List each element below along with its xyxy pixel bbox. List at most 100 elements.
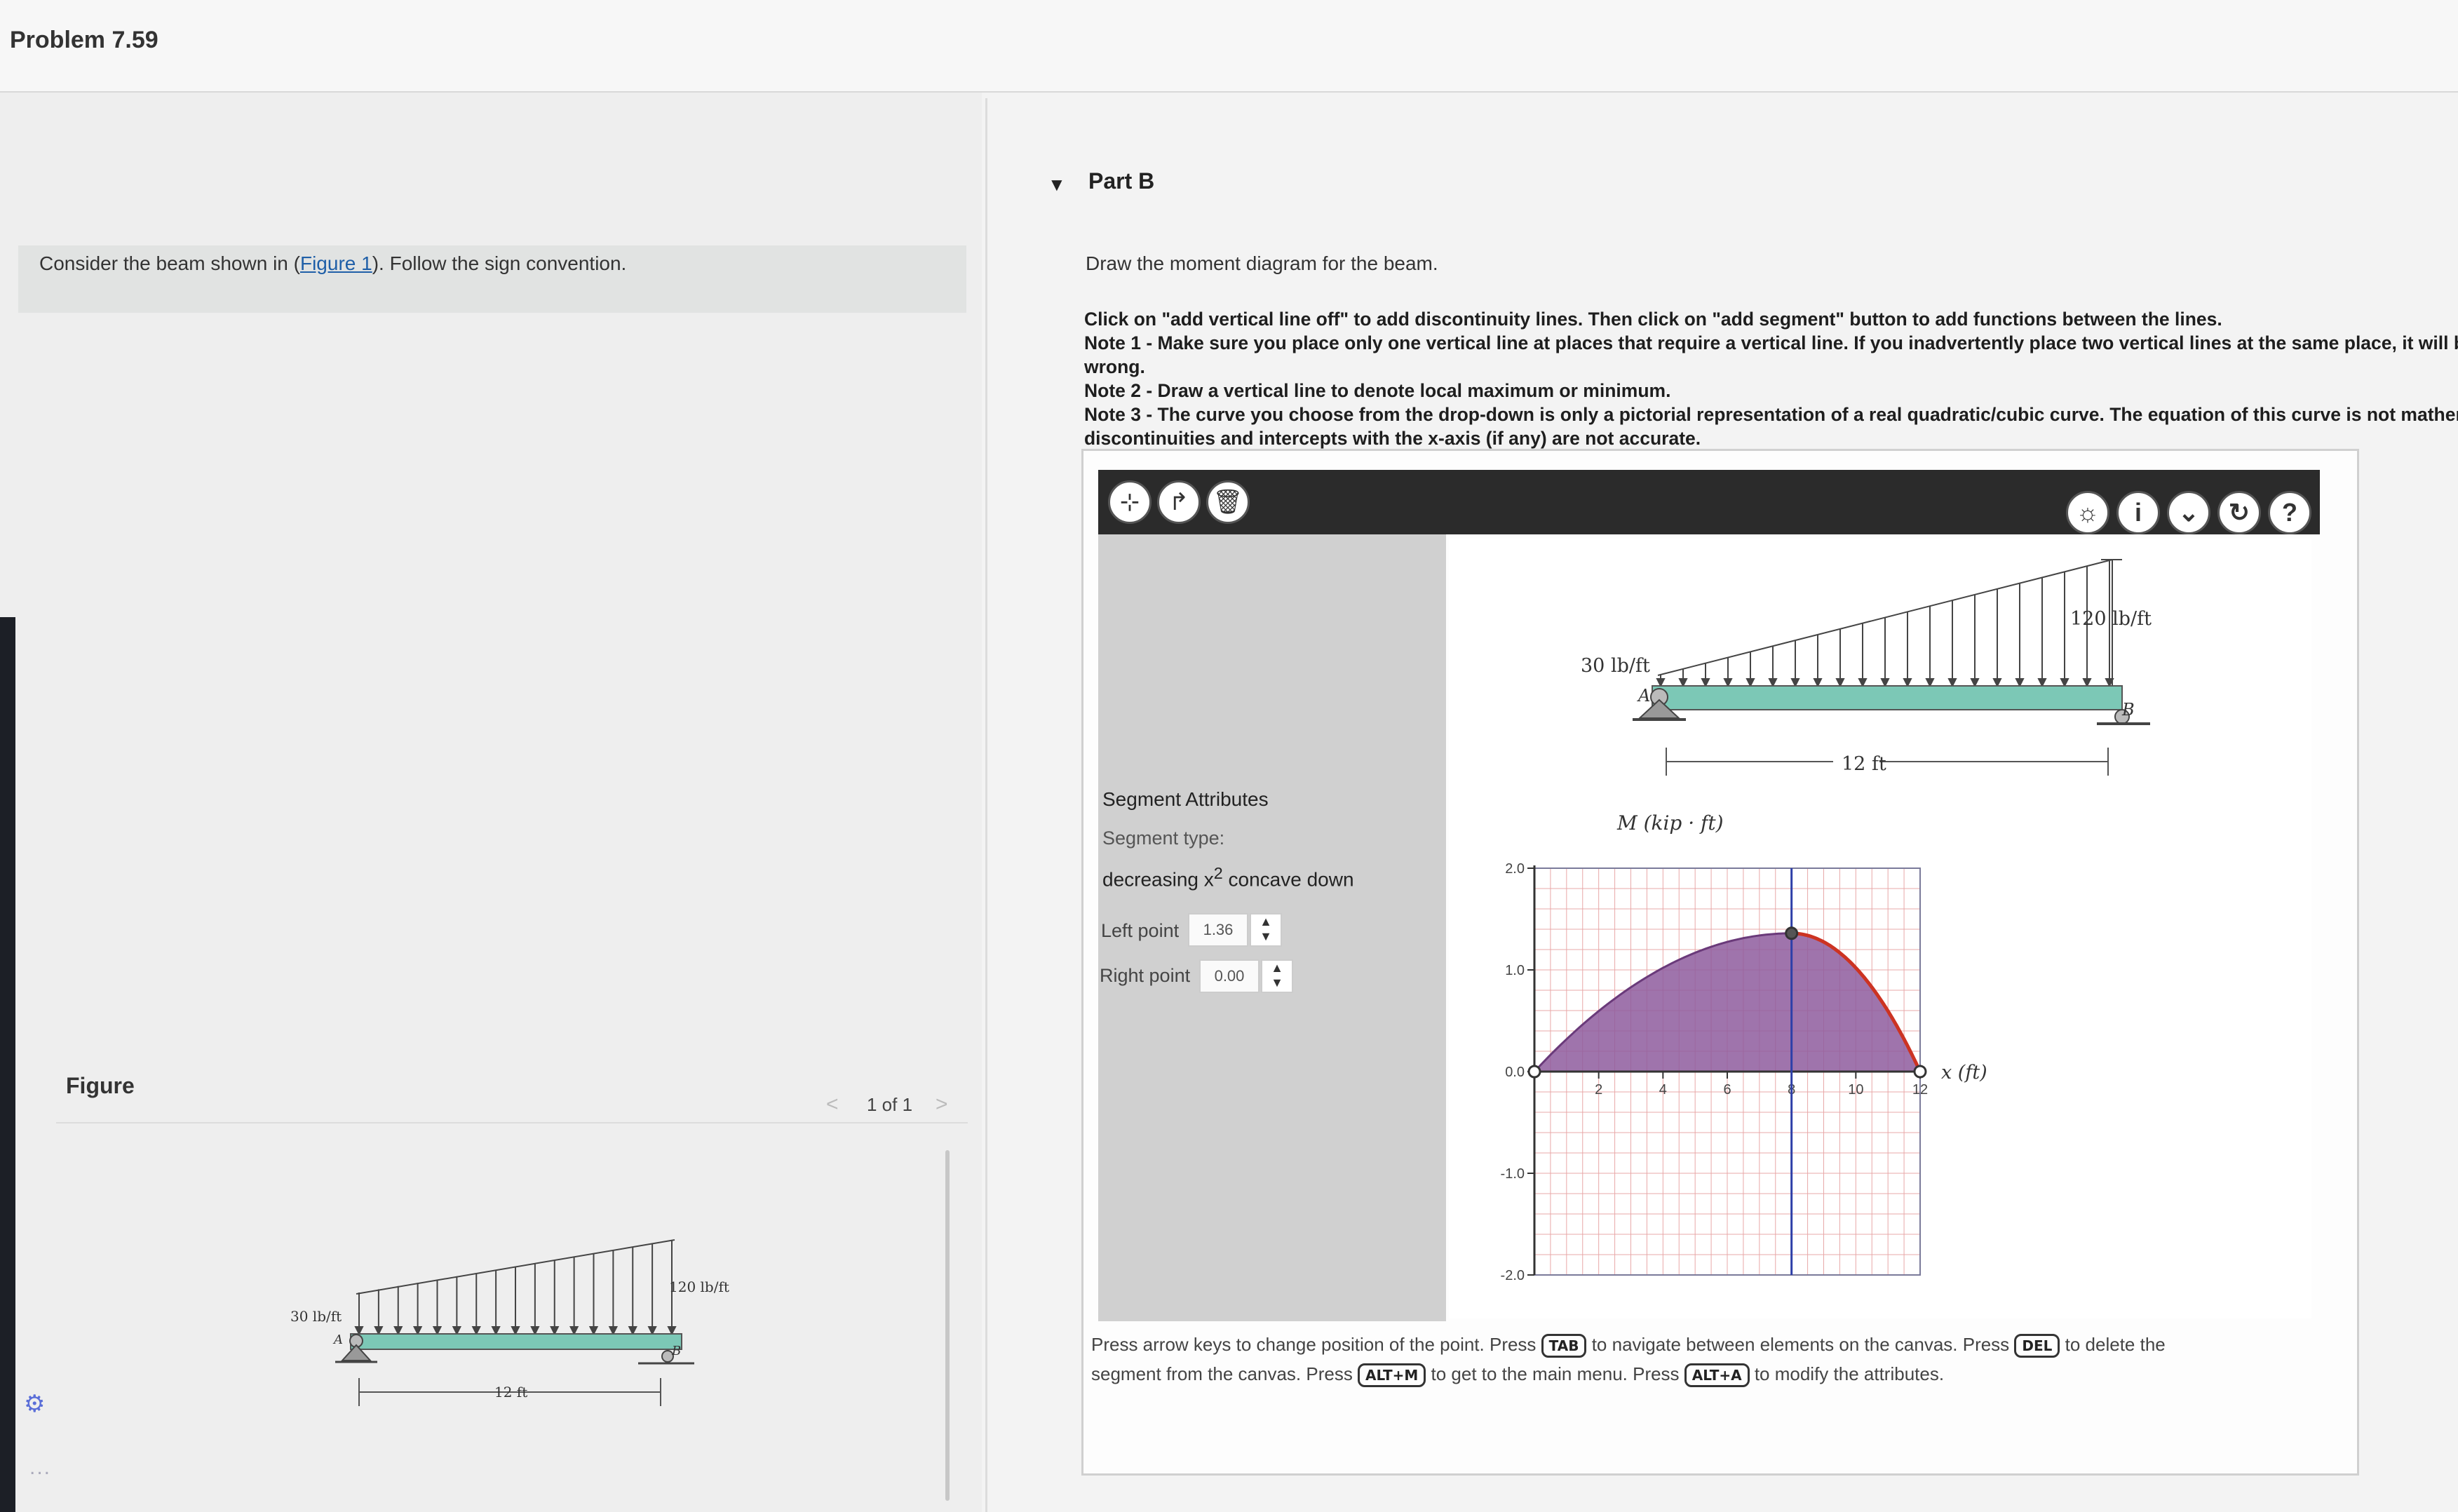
small-span-label: 12 ft xyxy=(494,1384,527,1400)
statement-text-post: ). Follow the sign convention. xyxy=(372,252,627,274)
add-segment-button[interactable]: ↱ xyxy=(1157,480,1201,524)
small-left-load-label: 30 lb/ft xyxy=(290,1308,342,1325)
instruction-line: discontinuities and intercepts with the … xyxy=(1084,428,1701,449)
hint-bulb-icon: ☼ xyxy=(2076,498,2100,527)
small-right-load-label: 120 lb/ft xyxy=(669,1278,729,1295)
load-arrowhead xyxy=(393,1326,403,1336)
hint-button[interactable]: ☼ xyxy=(2066,491,2109,534)
load-arrowhead xyxy=(511,1326,520,1336)
x-tick-label: 12 xyxy=(1912,1082,1928,1098)
load-arrowhead xyxy=(1835,678,1845,688)
figure-divider xyxy=(56,1122,968,1123)
next-figure-button[interactable]: > xyxy=(936,1093,948,1116)
chevron-down-icon: ⌄ xyxy=(2177,498,2200,527)
load-arrowhead xyxy=(1970,678,1980,688)
chart-axes: 2.01.00.0-1.0-2.024681012 xyxy=(1501,861,1929,1283)
alt-a-key: ALT+A xyxy=(1684,1363,1750,1387)
instruction-line: Note 3 - The curve you choose from the d… xyxy=(1084,404,2458,425)
reset-icon: ↻ xyxy=(2228,498,2250,527)
delete-button[interactable]: 🗑 xyxy=(1206,480,1250,524)
load-arrowhead xyxy=(471,1326,481,1336)
support-a-label: A xyxy=(1637,686,1650,706)
load-arrowhead xyxy=(2015,678,2025,688)
stepper-up-icon[interactable]: ▲ xyxy=(1262,961,1292,976)
instructions: Click on "add vertical line off" to add … xyxy=(1084,307,2458,450)
load-arrowhead xyxy=(1925,678,1935,688)
y-tick-label: 1.0 xyxy=(1505,963,1525,978)
load-arrowhead xyxy=(569,1326,579,1336)
problem-title: Problem 7.59 xyxy=(10,27,158,53)
load-arrowhead xyxy=(2037,678,2047,688)
load-arrowhead xyxy=(530,1326,540,1336)
x-tick-label: 10 xyxy=(1848,1082,1863,1098)
stepper-down-icon[interactable]: ▼ xyxy=(1251,929,1281,944)
load-arrowhead xyxy=(1858,678,1868,688)
curve-point[interactable] xyxy=(1527,1065,1541,1079)
info-button[interactable]: i xyxy=(2116,491,2160,534)
left-point-stepper[interactable]: ▲ ▼ xyxy=(1250,913,1282,947)
right-point-label: Right point xyxy=(1100,965,1191,986)
support-b-label: B xyxy=(2121,700,2135,720)
statement-text-pre: Consider the beam shown in ( xyxy=(39,252,300,274)
load-arrowhead xyxy=(1790,678,1800,688)
moment-diagram-svg[interactable]: 30 lb/ft 120 lb/ft 12 ft A B 2.0 1.0 0.0 -1… xyxy=(1449,539,2311,1318)
load-arrowhead xyxy=(647,1326,657,1336)
right-point-stepper[interactable]: ▲ ▼ xyxy=(1261,959,1293,993)
load-arrowhead xyxy=(608,1326,618,1336)
help-text: Press arrow keys to change position of t… xyxy=(1091,1334,1541,1355)
stepper-up-icon[interactable]: ▲ xyxy=(1251,914,1281,929)
stepper-down-icon[interactable]: ▼ xyxy=(1262,976,1292,990)
help-text: to delete the xyxy=(2060,1334,2166,1355)
load-arrowhead xyxy=(374,1326,384,1336)
load-arrowhead xyxy=(1992,678,2002,688)
figure-link[interactable]: Figure 1 xyxy=(300,252,372,274)
help-text: to get to the main menu. Press xyxy=(1426,1363,1684,1384)
instruction-line: Note 1 - Make sure you place only one ve… xyxy=(1084,332,2458,353)
dropdown-button[interactable]: ⌄ xyxy=(2167,491,2210,534)
small-beam-figure: 30 lb/ft 120 lb/ft 12 ft A B xyxy=(290,1239,729,1406)
left-load-label: 30 lb/ft xyxy=(1581,655,1650,677)
load-arrowhead xyxy=(667,1326,677,1336)
drawing-toolbar: ⊹ ↱ 🗑 ☼ i ⌄ ↻ ? xyxy=(1098,470,2320,534)
segment-type-text: decreasing x xyxy=(1102,868,1214,891)
apps-icon[interactable]: ⚙ xyxy=(24,1390,45,1418)
instruction-line: wrong. xyxy=(1084,356,1145,377)
segment-type-select[interactable]: decreasing x2 concave down xyxy=(1102,864,1354,891)
figure-scrollbar[interactable] xyxy=(945,1150,950,1501)
keyboard-help: Press arrow keys to change position of t… xyxy=(1091,1330,2213,1389)
reset-button[interactable]: ↻ xyxy=(2217,491,2261,534)
collapse-caret-icon[interactable]: ▼ xyxy=(1048,174,1066,196)
load-arrowhead xyxy=(628,1326,637,1336)
moment-area-fill xyxy=(1534,933,1920,1072)
prev-figure-button[interactable]: < xyxy=(826,1093,839,1116)
figure-pager: 1 of 1 xyxy=(867,1094,913,1115)
curve-point[interactable] xyxy=(1913,1065,1927,1079)
segment-type-text-post: concave down xyxy=(1222,868,1354,891)
add-vertical-line-button[interactable]: ⊹ xyxy=(1108,480,1152,524)
load-arrowhead xyxy=(1947,678,1957,688)
header-bar xyxy=(0,0,2458,93)
y-tick-label: 0.0 xyxy=(1505,1065,1525,1080)
trash-icon: 🗑 xyxy=(1213,489,1243,515)
x-tick-label: 2 xyxy=(1595,1082,1602,1098)
load-arrowhead xyxy=(1880,678,1890,688)
help-text: segment from the canvas. Press xyxy=(1091,1363,1358,1384)
curve-point[interactable] xyxy=(1785,926,1799,940)
load-arrowhead xyxy=(2082,678,2092,688)
part-title[interactable]: Part B xyxy=(1088,168,1154,194)
load-arrowhead xyxy=(1723,678,1733,688)
load-arrowhead xyxy=(1678,678,1688,688)
instruction-line: Click on "add vertical line off" to add … xyxy=(1084,309,2222,330)
left-point-input[interactable]: 1.36 xyxy=(1188,913,1248,947)
tab-key: TAB xyxy=(1541,1334,1587,1358)
help-button[interactable]: ? xyxy=(2268,491,2311,534)
x-axis-label: x (ft) xyxy=(1941,1062,1987,1084)
more-icon[interactable]: ... xyxy=(29,1456,51,1480)
figure-heading: Figure xyxy=(66,1073,135,1098)
left-point-label: Left point xyxy=(1101,920,1180,941)
x-tick-label: 6 xyxy=(1723,1082,1731,1098)
add-vertical-line-icon: ⊹ xyxy=(1119,489,1140,515)
y-tick-label: 2.0 xyxy=(1505,861,1525,877)
right-point-input[interactable]: 0.00 xyxy=(1199,959,1260,993)
instruction-line: Note 2 - Draw a vertical line to denote … xyxy=(1084,380,1671,401)
